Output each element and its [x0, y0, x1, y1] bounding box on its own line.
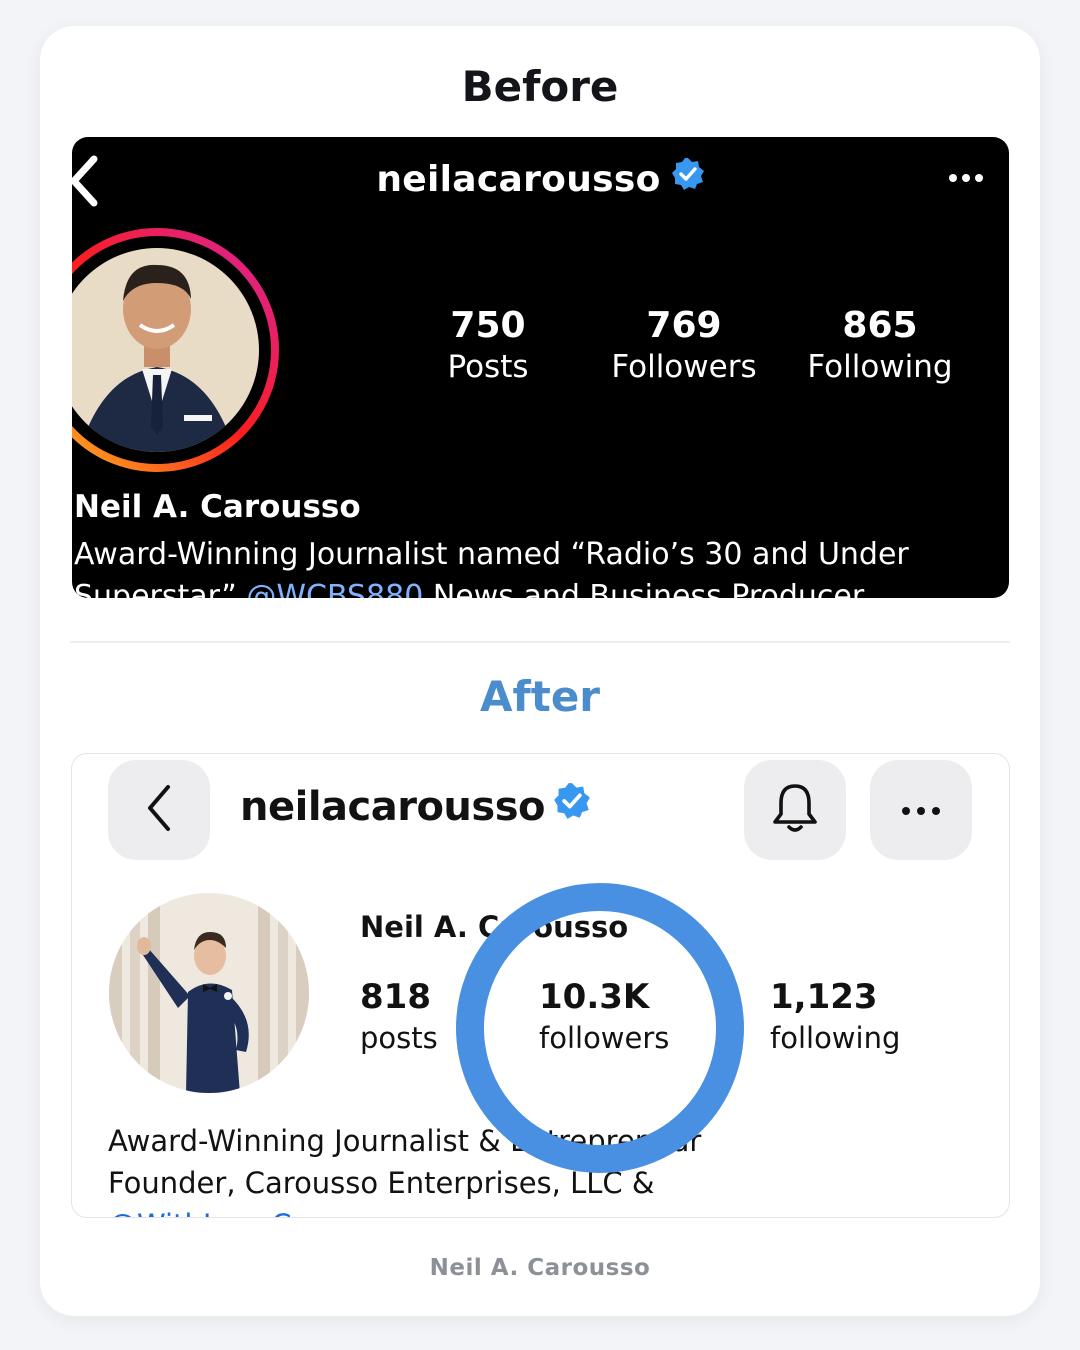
back-button[interactable] [108, 760, 210, 860]
more-options-button[interactable] [870, 760, 972, 860]
notifications-button[interactable] [744, 760, 846, 860]
bio-line: Award-Winning Journalist & Entrepreneur [108, 1124, 702, 1158]
username: neilacarousso [240, 784, 546, 830]
username: neilacarousso [376, 159, 661, 200]
avatar[interactable] [72, 227, 280, 477]
followers-stat[interactable]: 10.3K followers [539, 976, 669, 1058]
caption: Neil A. Carousso [429, 1255, 651, 1281]
followers-stat[interactable]: 769 Followers [584, 305, 784, 387]
following-stat[interactable]: 1,123 following [770, 976, 900, 1058]
posts-stat[interactable]: 750 Posts [388, 305, 588, 387]
avatar[interactable] [108, 892, 310, 1098]
after-heading: After [479, 672, 601, 721]
more-icon[interactable] [949, 167, 989, 187]
bio-line: Award-Winning Journalist named “Radio’s … [74, 537, 909, 572]
verified-badge-icon [671, 157, 705, 200]
verified-badge-icon [553, 782, 591, 830]
chevron-left-icon [142, 783, 176, 837]
after-profile-screenshot: neilacarousso Neil A. Carousso 818 posts… [71, 753, 1010, 1218]
following-stat[interactable]: 865 Following [780, 305, 980, 387]
bell-icon [770, 781, 820, 839]
profile-username-header: neilacarousso [72, 157, 1009, 200]
profile-name: Neil A. Carousso [360, 910, 629, 944]
mention-link[interactable]: @WCBS880 [246, 579, 423, 598]
profile-name: Neil A. Carousso [74, 489, 361, 525]
posts-stat[interactable]: 818 posts [360, 976, 438, 1058]
divider [70, 641, 1010, 643]
profile-username-header: neilacarousso [240, 782, 591, 830]
bio-line: Founder, Carousso Enterprises, LLC & [108, 1166, 655, 1200]
more-icon [901, 801, 941, 820]
before-heading: Before [461, 62, 619, 111]
bio-line: Superstar” @WCBS880 News and Business Pr… [74, 579, 864, 598]
before-profile-screenshot: neilacarousso 750 Posts 769 Followers 86… [72, 137, 1009, 598]
mention-link[interactable]: @WithLoveCarousso [108, 1208, 405, 1217]
